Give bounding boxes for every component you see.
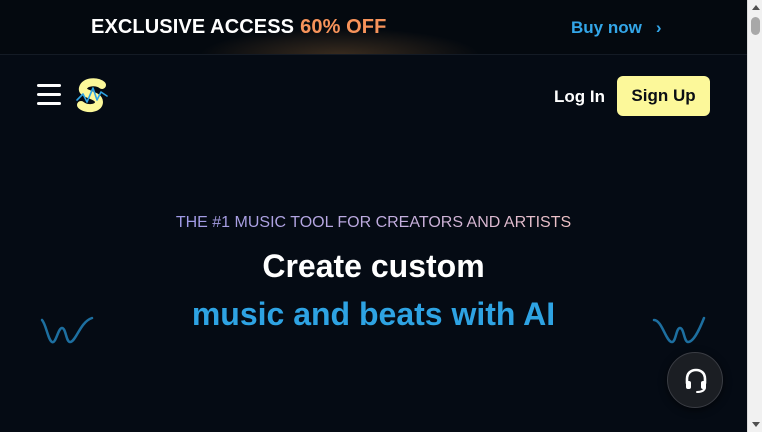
scrollbar-thumb[interactable] (751, 17, 760, 35)
hamburger-menu-icon[interactable] (37, 84, 61, 106)
promo-label: EXCLUSIVE ACCESS (91, 16, 295, 38)
promo-text: EXCLUSIVE ACCESS 60% OFF (91, 16, 386, 39)
s-logo-icon[interactable] (75, 78, 109, 114)
scroll-up-arrow-icon[interactable] (752, 5, 760, 10)
page: EXCLUSIVE ACCESS 60% OFF Buy now › Log In… (0, 0, 762, 432)
hero-eyebrow-text: THE #1 MUSIC TOOL FOR CREATORS AND ARTIS… (175, 214, 572, 231)
promo-discount: 60% OFF (300, 16, 387, 38)
signup-button[interactable]: Sign Up (617, 76, 710, 116)
buy-now-link[interactable]: Buy now › (571, 18, 662, 38)
login-link[interactable]: Log In (554, 87, 605, 107)
hero-headline: Create custom (262, 248, 485, 284)
scroll-down-arrow-icon[interactable] (752, 422, 760, 427)
promo-banner: EXCLUSIVE ACCESS 60% OFF Buy now › (0, 0, 747, 55)
hero-subheadline: music and beats with AI (191, 296, 556, 332)
chevron-right-icon: › (655, 18, 662, 37)
support-chat-button[interactable] (667, 352, 723, 408)
hero-eyebrow: THE #1 MUSIC TOOL FOR CREATORS AND ARTIS… (0, 214, 747, 232)
vertical-scrollbar[interactable] (747, 0, 762, 432)
headset-icon (685, 368, 707, 393)
buy-now-label: Buy now (571, 18, 642, 37)
wave-decoration-right-icon (652, 316, 706, 344)
wave-decoration-left-icon (40, 316, 94, 344)
